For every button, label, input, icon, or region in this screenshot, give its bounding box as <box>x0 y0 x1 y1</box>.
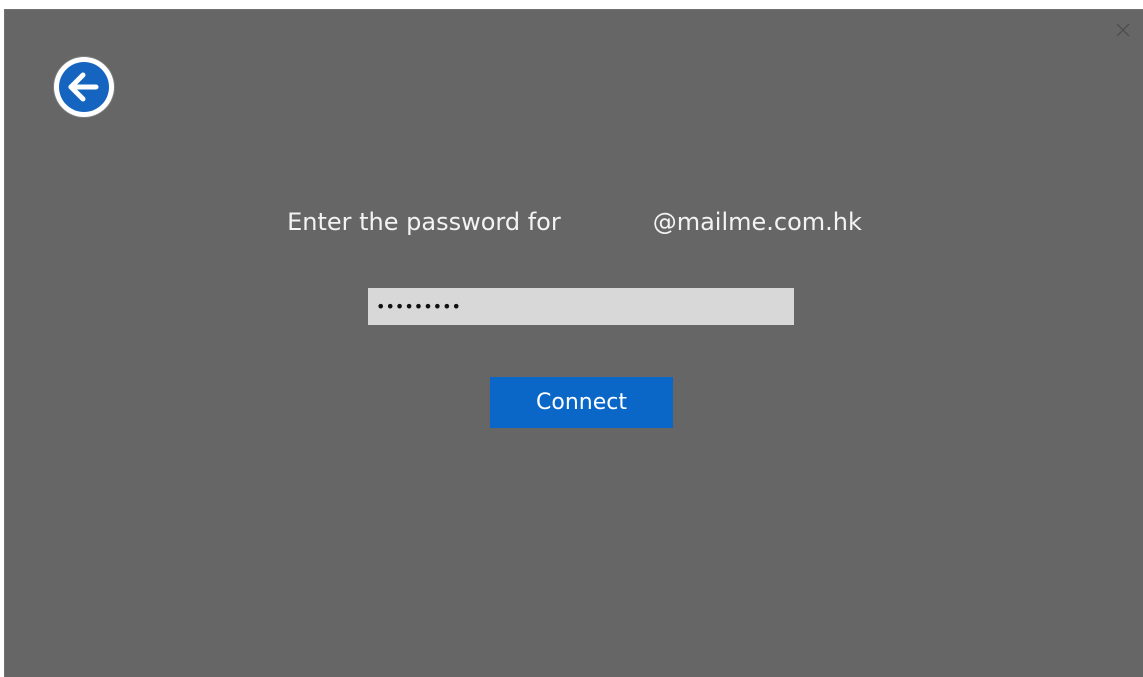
back-arrow-icon <box>59 62 109 112</box>
close-icon <box>1116 23 1130 37</box>
connect-button[interactable]: Connect <box>490 377 673 428</box>
back-button[interactable] <box>54 57 114 117</box>
account-domain: @mailme.com.hk <box>652 208 862 236</box>
password-prompt: Enter the password for @mailme.com.hk <box>5 206 1143 238</box>
close-button[interactable] <box>1113 20 1133 40</box>
prompt-prefix: Enter the password for <box>287 208 561 236</box>
password-dialog: Enter the password for @mailme.com.hk Con… <box>4 9 1143 677</box>
password-field[interactable] <box>368 288 794 325</box>
